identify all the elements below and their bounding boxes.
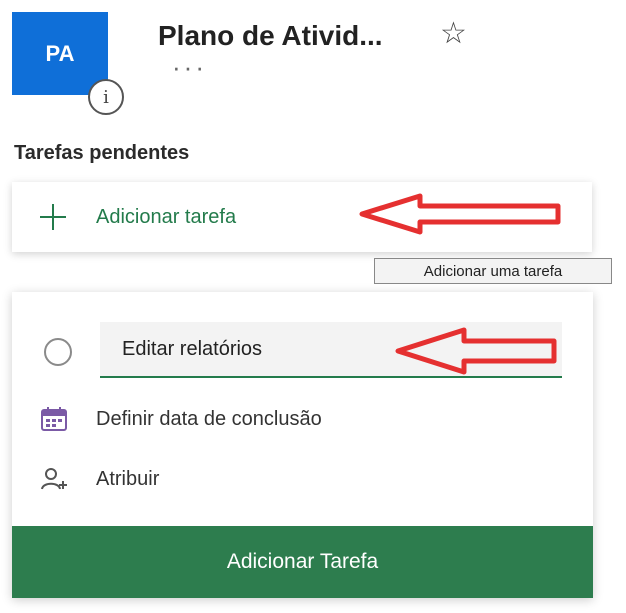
info-icon-glyph: i xyxy=(103,86,109,108)
info-icon[interactable]: i xyxy=(88,79,124,115)
more-options-icon[interactable]: ··· xyxy=(172,52,207,83)
section-heading: Tarefas pendentes xyxy=(14,142,190,164)
set-due-date-label: Definir data de conclusão xyxy=(96,407,322,430)
set-due-date-button[interactable]: Definir data de conclusão xyxy=(40,406,322,432)
plus-icon xyxy=(38,202,68,232)
assign-button[interactable]: Atribuir xyxy=(40,466,159,492)
person-add-icon xyxy=(40,466,68,492)
red-arrow-icon xyxy=(359,193,561,235)
star-icon[interactable]: ☆ xyxy=(440,16,467,51)
submit-add-task-button[interactable]: Adicionar Tarefa xyxy=(12,526,593,598)
assign-label: Atribuir xyxy=(96,467,160,490)
add-task-tooltip: Adicionar uma tarefa xyxy=(374,258,612,284)
plan-title: Plano de Ativid... xyxy=(158,20,383,51)
plan-avatar-initials: PA xyxy=(45,40,75,66)
red-arrow-icon xyxy=(395,327,557,375)
add-task-label: Adicionar tarefa xyxy=(96,205,237,228)
task-complete-radio[interactable] xyxy=(44,338,72,366)
calendar-icon xyxy=(40,406,68,432)
